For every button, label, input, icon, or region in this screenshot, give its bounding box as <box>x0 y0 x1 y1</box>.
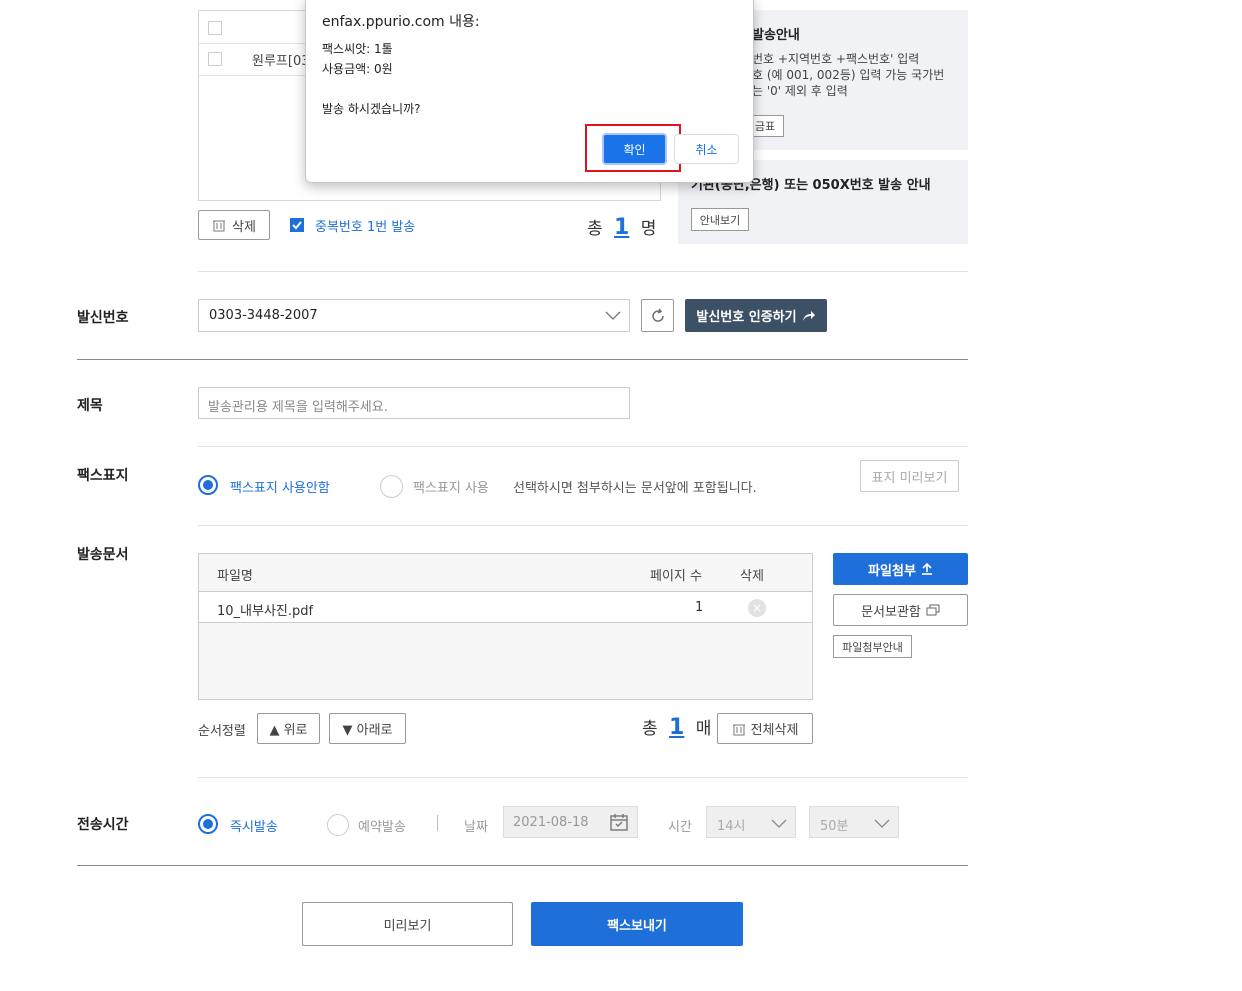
dialog-line-1: 팩스씨앗: 1톨 <box>322 42 393 56</box>
total-count: 1 <box>614 215 630 240</box>
copy-icon <box>926 604 940 616</box>
delete-recipient-button[interactable]: 삭제 <box>198 210 270 240</box>
attach-file-label: 파일첨부 <box>868 563 916 579</box>
divider-3 <box>198 446 968 447</box>
file-name: 10_내부사진.pdf <box>217 604 314 619</box>
sender-select[interactable]: 0303-3448-2007 <box>198 299 630 332</box>
sender-value: 0303-3448-2007 <box>209 308 318 323</box>
date-input[interactable]: 2021-08-18 <box>503 806 638 838</box>
cover-no-radio[interactable] <box>198 475 218 495</box>
upload-icon <box>921 563 932 575</box>
docs-label: 발송문서 <box>77 547 129 563</box>
recipient-total: 총 1 명 <box>587 214 656 240</box>
trash-icon <box>732 724 745 735</box>
confirm-dialog: enfax.ppurio.com 내용: 팩스씨앗: 1톨 사용금액: 0원 발… <box>305 0 754 183</box>
divider-2 <box>77 359 968 360</box>
docs-total-prefix: 총 <box>642 719 658 739</box>
preview-button[interactable]: 미리보기 <box>302 902 513 946</box>
date-value: 2021-08-18 <box>513 815 589 830</box>
divider-6 <box>77 865 968 866</box>
col-delete: 삭제 <box>740 569 764 584</box>
subject-placeholder: 발송관리용 제목을 입력해주세요. <box>208 400 388 415</box>
send-later-radio[interactable] <box>327 814 349 836</box>
document-storage-button[interactable]: 문서보관함 <box>833 594 968 626</box>
hour-value: 14시 <box>717 819 746 834</box>
divider-4 <box>198 525 968 526</box>
guide-button[interactable]: 안내보기 <box>691 208 749 231</box>
notice-line-1: 번호 +지역번호 +팩스번호' 입력 <box>752 52 920 66</box>
col-pages: 페이지 수 <box>650 569 702 584</box>
send-now-label[interactable]: 즉시발송 <box>230 816 278 835</box>
select-all-checkbox[interactable] <box>208 21 222 35</box>
minute-select[interactable]: 50분 <box>809 806 899 838</box>
docs-total-unit: 매 <box>695 719 712 739</box>
recipient-row-checkbox[interactable] <box>208 52 222 66</box>
file-pages: 1 <box>695 600 704 615</box>
notice-title: 발송안내 <box>752 28 800 43</box>
cover-no-label[interactable]: 팩스표지 사용안함 <box>230 477 330 496</box>
send-later-label[interactable]: 예약발송 <box>358 816 406 835</box>
move-up-button[interactable]: ▲ 위로 <box>257 713 320 744</box>
subject-input[interactable]: 발송관리용 제목을 입력해주세요. <box>198 387 630 419</box>
notice-line-3: 는 '0' 제외 후 입력 <box>752 84 848 98</box>
cover-description: 선택하시면 첨부하시는 문서앞에 포함됩니다. <box>513 481 757 496</box>
cover-yes-radio[interactable] <box>380 475 403 498</box>
dialog-line-2: 사용금액: 0원 <box>322 62 393 76</box>
total-prefix: 총 <box>587 219 603 239</box>
timing-separator <box>437 815 438 831</box>
document-storage-label: 문서보관함 <box>861 604 921 620</box>
trash-icon <box>213 220 226 232</box>
ok-button[interactable]: 확인 <box>602 133 667 165</box>
cover-preview-button[interactable]: 표지 미리보기 <box>860 460 959 492</box>
remove-file-icon[interactable]: × <box>748 599 766 617</box>
sender-label: 발신번호 <box>77 310 129 326</box>
notice-line-2: 호 (예 001, 002등) 입력 가능 국가번 <box>752 68 945 82</box>
recipient-row-name: 원루프[03 <box>252 54 310 69</box>
docs-total-count: 1 <box>669 715 685 740</box>
refresh-button[interactable] <box>641 299 674 332</box>
chevron-down-icon <box>771 819 787 828</box>
chevron-down-icon <box>874 819 890 828</box>
refresh-icon <box>652 308 664 322</box>
duplicate-send-checkbox[interactable] <box>290 218 304 232</box>
total-unit: 명 <box>640 219 657 239</box>
timing-label: 전송시간 <box>77 817 129 833</box>
share-arrow-icon <box>802 310 815 321</box>
chevron-down-icon <box>605 311 621 320</box>
cancel-button[interactable]: 취소 <box>674 134 739 164</box>
dialog-question: 발송 하시겠습니까? <box>322 102 421 116</box>
col-filename: 파일명 <box>217 569 253 584</box>
cover-yes-label[interactable]: 팩스표지 사용 <box>413 477 489 496</box>
date-label: 날짜 <box>464 820 488 835</box>
send-fax-button[interactable]: 팩스보내기 <box>531 902 743 946</box>
delete-label: 삭제 <box>232 219 256 235</box>
calendar-icon <box>610 814 628 831</box>
attach-file-button[interactable]: 파일첨부 <box>833 553 968 585</box>
move-down-button[interactable]: ▼ 아래로 <box>329 713 406 744</box>
checkmark-icon <box>292 221 302 230</box>
minute-value: 50분 <box>820 819 849 834</box>
subject-label: 제목 <box>77 398 103 414</box>
send-now-radio[interactable] <box>198 814 218 834</box>
dialog-title: enfax.ppurio.com 내용: <box>322 14 480 30</box>
delete-all-button[interactable]: 전체삭제 <box>717 713 813 744</box>
hour-select[interactable]: 14시 <box>706 806 796 838</box>
attach-guide-button[interactable]: 파일첨부안내 <box>833 635 912 658</box>
time-label: 시간 <box>668 820 692 835</box>
docs-total: 총 1 매 <box>642 714 711 740</box>
cover-label: 팩스표지 <box>77 468 129 484</box>
sort-label: 순서정렬 <box>198 724 246 739</box>
delete-all-label: 전체삭제 <box>750 723 799 738</box>
divider-1 <box>198 271 968 272</box>
divider-5 <box>198 777 968 778</box>
verify-sender-label: 발신번호 인증하기 <box>696 310 797 325</box>
verify-sender-button[interactable]: 발신번호 인증하기 <box>685 299 827 332</box>
duplicate-send-label[interactable]: 중복번호 1번 발송 <box>315 216 415 235</box>
file-row[interactable]: 10_내부사진.pdf 1 × <box>199 591 812 623</box>
